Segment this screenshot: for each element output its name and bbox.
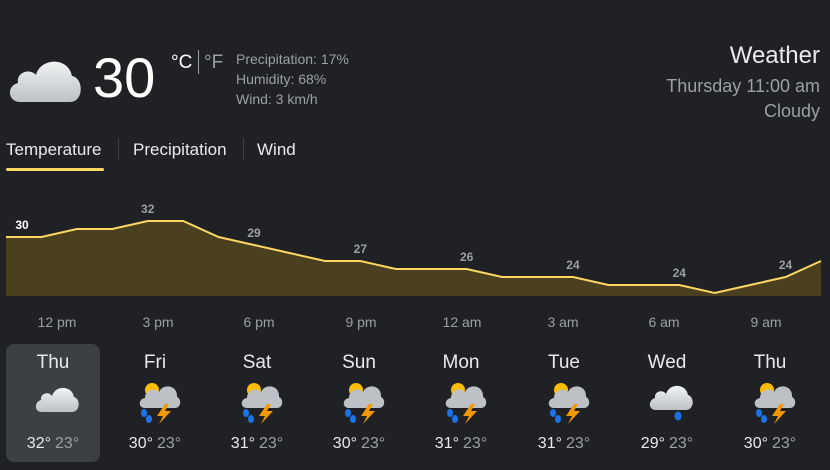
tab-wind[interactable]: Wind — [257, 140, 296, 160]
current-datetime: Thursday 11:00 am — [666, 76, 820, 96]
day-name: Sat — [242, 352, 272, 373]
time-label: 9 pm — [345, 314, 377, 330]
low-temp: 23° — [55, 435, 80, 452]
high-temp: 29° — [640, 435, 665, 452]
high-temp: 30° — [743, 435, 768, 452]
forecast-day[interactable]: Fri 30° 23° — [108, 344, 202, 462]
high-temp: 30° — [128, 435, 153, 452]
day-name: Thu — [753, 352, 787, 373]
temperature-value-label: 32 — [141, 202, 155, 216]
unit-celsius-button[interactable]: °C — [171, 52, 192, 74]
day-name: Wed — [647, 352, 687, 373]
low-temp: 23° — [463, 435, 488, 452]
thunderstorm-icon — [139, 383, 181, 424]
precipitation-detail: Precipitation: 17% — [236, 51, 349, 67]
tab-temperature[interactable]: Temperature — [6, 140, 101, 160]
day-name: Fri — [143, 352, 167, 373]
time-label: 6 am — [648, 314, 680, 330]
forecast-day[interactable]: Thu 32° 23° — [6, 344, 100, 462]
temperature-value-label: 24 — [779, 258, 793, 272]
time-label: 9 am — [750, 314, 782, 330]
forecast-day[interactable]: Tue 31° 23° — [517, 344, 611, 462]
time-label: 3 pm — [142, 314, 174, 330]
cloud-icon — [35, 387, 79, 412]
cloud-icon — [9, 61, 81, 102]
current-temperature: 30 — [93, 46, 156, 109]
humidity-detail: Humidity: 68% — [236, 71, 327, 87]
temperature-value-label: 26 — [460, 250, 474, 264]
forecast-day[interactable]: Sat 31° 23° — [210, 344, 304, 462]
forecast-day[interactable]: Thu 30° 23° — [723, 344, 817, 462]
high-temp: 31° — [230, 435, 255, 452]
tab-selected-indicator — [6, 168, 104, 171]
thunderstorm-icon — [241, 383, 283, 424]
day-name: Tue — [547, 352, 581, 373]
unit-divider — [198, 50, 199, 74]
time-label: 3 am — [547, 314, 579, 330]
thunderstorm-icon — [445, 383, 487, 424]
thunderstorm-icon — [548, 383, 590, 424]
thunderstorm-icon — [754, 383, 796, 424]
temperature-chart: 30 32 29 27 26 24 24 24 — [6, 202, 822, 296]
tab-divider — [118, 138, 119, 160]
time-label: 12 pm — [37, 314, 77, 330]
temperature-value-label: 29 — [247, 226, 261, 240]
unit-fahrenheit-button[interactable]: °F — [204, 52, 223, 74]
low-temp: 23° — [361, 435, 386, 452]
wind-detail: Wind: 3 km/h — [236, 91, 318, 107]
high-temp: 32° — [26, 435, 51, 452]
high-temp: 31° — [537, 435, 562, 452]
day-name: Mon — [442, 352, 480, 373]
current-condition: Cloudy — [763, 101, 820, 121]
low-temp: 23° — [669, 435, 694, 452]
low-temp: 23° — [566, 435, 591, 452]
temperature-value-label: 24 — [566, 258, 580, 272]
thunderstorm-icon — [343, 383, 385, 424]
tab-precipitation[interactable]: Precipitation — [133, 140, 227, 160]
time-label: 12 am — [442, 314, 482, 330]
forecast-day[interactable]: Mon 31° 23° — [414, 344, 508, 462]
rain-cloud-icon — [649, 385, 693, 421]
tab-divider — [243, 138, 244, 160]
temperature-value-label: 30 — [15, 218, 29, 232]
forecast-day[interactable]: Wed 29° 23° — [620, 344, 714, 462]
time-label: 6 pm — [243, 314, 275, 330]
high-temp: 30° — [332, 435, 357, 452]
widget-title: Weather — [729, 42, 820, 69]
temperature-area — [6, 221, 821, 296]
low-temp: 23° — [157, 435, 182, 452]
day-name: Sun — [342, 352, 376, 373]
low-temp: 23° — [772, 435, 797, 452]
low-temp: 23° — [259, 435, 284, 452]
temperature-value-label: 27 — [354, 242, 368, 256]
temperature-value-label: 24 — [673, 266, 687, 280]
forecast-day[interactable]: Sun 30° 23° — [312, 344, 406, 462]
high-temp: 31° — [434, 435, 459, 452]
day-name: Thu — [36, 352, 70, 373]
